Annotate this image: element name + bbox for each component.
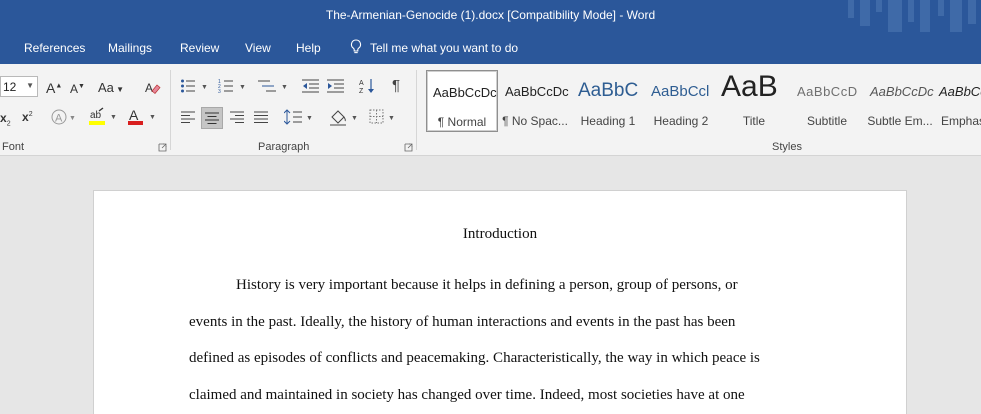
- sort-az-icon: A Z: [359, 79, 374, 95]
- style-heading-2[interactable]: AaBbCcl Heading 2: [645, 70, 717, 132]
- style-no-spacing[interactable]: AaBbCcDc ¶ No Spac...: [499, 70, 571, 132]
- lightbulb-icon: [350, 39, 362, 54]
- ribbon-separator: [416, 70, 417, 150]
- document-area: Introduction History is very important b…: [0, 156, 981, 414]
- align-left-button[interactable]: [181, 110, 195, 126]
- borders-icon: ▼: [369, 109, 395, 124]
- title-bar-pattern: [846, 0, 981, 32]
- ribbon-tabs: References Mailings Review View Help Tel…: [0, 32, 981, 64]
- clear-formatting-button[interactable]: A: [144, 79, 162, 99]
- style-subtitle[interactable]: AaBbCcD Subtitle: [791, 70, 863, 132]
- title-bar: The-Armenian-Genocide (1).docx [Compatib…: [0, 0, 981, 32]
- align-right-icon: [230, 111, 244, 123]
- chevron-down-icon: ▼: [26, 81, 34, 90]
- styles-group-label: Styles: [772, 141, 802, 153]
- show-formatting-marks-icon[interactable]: ¶: [392, 78, 400, 93]
- line-spacing-button[interactable]: ▼: [283, 109, 314, 127]
- decrease-indent-button[interactable]: [302, 78, 320, 96]
- ribbon-separator: [170, 70, 171, 150]
- svg-text:▼: ▼: [388, 115, 395, 122]
- align-right-button[interactable]: [230, 110, 244, 126]
- svg-text:▼: ▼: [281, 84, 288, 91]
- line-spacing-icon: ▼: [283, 109, 313, 125]
- style-subtle-emphasis[interactable]: AaBbCcDc Subtle Em...: [864, 70, 936, 132]
- align-center-icon: [205, 112, 219, 124]
- svg-text:▼: ▼: [110, 114, 117, 121]
- borders-button[interactable]: ▼: [369, 109, 399, 127]
- doc-paragraph-line: History is very important because it hel…: [236, 277, 738, 293]
- tell-me-text: Tell me what you want to do: [370, 41, 519, 55]
- tab-view[interactable]: View: [245, 41, 271, 55]
- change-case-button[interactable]: Aa ▼: [98, 81, 124, 94]
- tab-help[interactable]: Help: [296, 41, 321, 55]
- font-group-label: Font: [2, 141, 25, 153]
- decrease-indent-icon: [302, 79, 319, 93]
- doc-paragraph-line: events in the past. Ideally, the history…: [189, 314, 736, 330]
- svg-text:ab: ab: [90, 110, 102, 121]
- shrink-font-button[interactable]: A▼: [70, 83, 85, 95]
- subscript-button[interactable]: x2: [0, 112, 11, 127]
- shading-button[interactable]: ▼: [329, 108, 359, 128]
- svg-text:▼: ▼: [306, 115, 313, 122]
- style-normal[interactable]: AaBbCcDc ¶ Normal: [426, 70, 498, 132]
- font-dialog-launcher-icon[interactable]: [158, 143, 167, 152]
- style-heading-1[interactable]: AaBbC Heading 1: [572, 70, 644, 132]
- multilevel-list-icon: ▼: [258, 80, 288, 92]
- ribbon: 12 ▼ A▲ A▼ Aa ▼ A x2 x2 A ▼ ab ▼ A ▼ Fon…: [0, 64, 981, 156]
- svg-text:▼: ▼: [201, 84, 208, 91]
- grow-font-button[interactable]: A▲: [46, 81, 62, 95]
- svg-text:▼: ▼: [351, 115, 358, 122]
- font-size-value: 12: [3, 80, 17, 94]
- align-left-icon: [181, 111, 195, 123]
- style-title[interactable]: AaB Title: [718, 70, 790, 132]
- tab-mailings[interactable]: Mailings: [108, 41, 152, 55]
- svg-text:Z: Z: [359, 88, 364, 95]
- svg-text:A: A: [145, 81, 153, 95]
- tell-me-search[interactable]: Tell me what you want to do: [350, 39, 519, 55]
- tab-review[interactable]: Review: [180, 41, 219, 55]
- styles-gallery: AaBbCcDc ¶ Normal AaBbCcDc ¶ No Spac... …: [426, 70, 981, 134]
- doc-paragraph-line: claimed and maintained in society has ch…: [189, 387, 745, 403]
- increase-indent-button[interactable]: [327, 78, 345, 96]
- svg-text:A: A: [359, 80, 364, 87]
- svg-text:▼: ▼: [69, 115, 76, 122]
- doc-heading: Introduction: [462, 226, 538, 242]
- text-effects-button[interactable]: A ▼: [51, 109, 77, 127]
- eraser-icon: A: [145, 81, 161, 95]
- multilevel-list-button[interactable]: ▼: [258, 78, 290, 96]
- svg-text:A: A: [55, 113, 63, 125]
- highlighter-icon: ab ▼: [89, 107, 117, 125]
- superscript-button[interactable]: x2: [22, 111, 33, 123]
- font-color-button[interactable]: A ▼: [127, 107, 159, 129]
- justify-button[interactable]: [254, 110, 268, 126]
- numbering-button[interactable]: 1 2 3 ▼: [218, 78, 248, 96]
- increase-indent-icon: [327, 79, 344, 93]
- style-emphasis[interactable]: AaBbCc Emphas: [937, 70, 981, 132]
- text-effects-icon: A ▼: [51, 109, 76, 125]
- align-center-button[interactable]: [201, 107, 223, 129]
- document-page[interactable]: Introduction History is very important b…: [93, 190, 907, 414]
- svg-text:A: A: [129, 107, 139, 123]
- font-size-box[interactable]: 12 ▼: [0, 76, 38, 97]
- paragraph-group-label: Paragraph: [258, 141, 310, 153]
- bullets-button[interactable]: ▼: [180, 78, 210, 96]
- bullet-list-icon: ▼: [181, 79, 208, 93]
- paragraph-dialog-launcher-icon[interactable]: [404, 143, 413, 152]
- highlight-color-button[interactable]: ab ▼: [88, 107, 118, 129]
- svg-text:▼: ▼: [239, 84, 246, 91]
- justify-icon: [254, 111, 268, 123]
- doc-paragraph-line: defined as episodes of conflicts and pea…: [189, 350, 760, 366]
- font-color-icon: A ▼: [128, 107, 156, 125]
- window-title: The-Armenian-Genocide (1).docx [Compatib…: [325, 8, 656, 22]
- svg-text:3: 3: [218, 89, 221, 94]
- sort-button[interactable]: A Z: [359, 77, 377, 97]
- svg-text:▼: ▼: [149, 114, 156, 121]
- paint-bucket-icon: ▼: [330, 110, 358, 126]
- numbered-list-icon: 1 2 3 ▼: [218, 79, 246, 95]
- tab-references[interactable]: References: [24, 41, 85, 55]
